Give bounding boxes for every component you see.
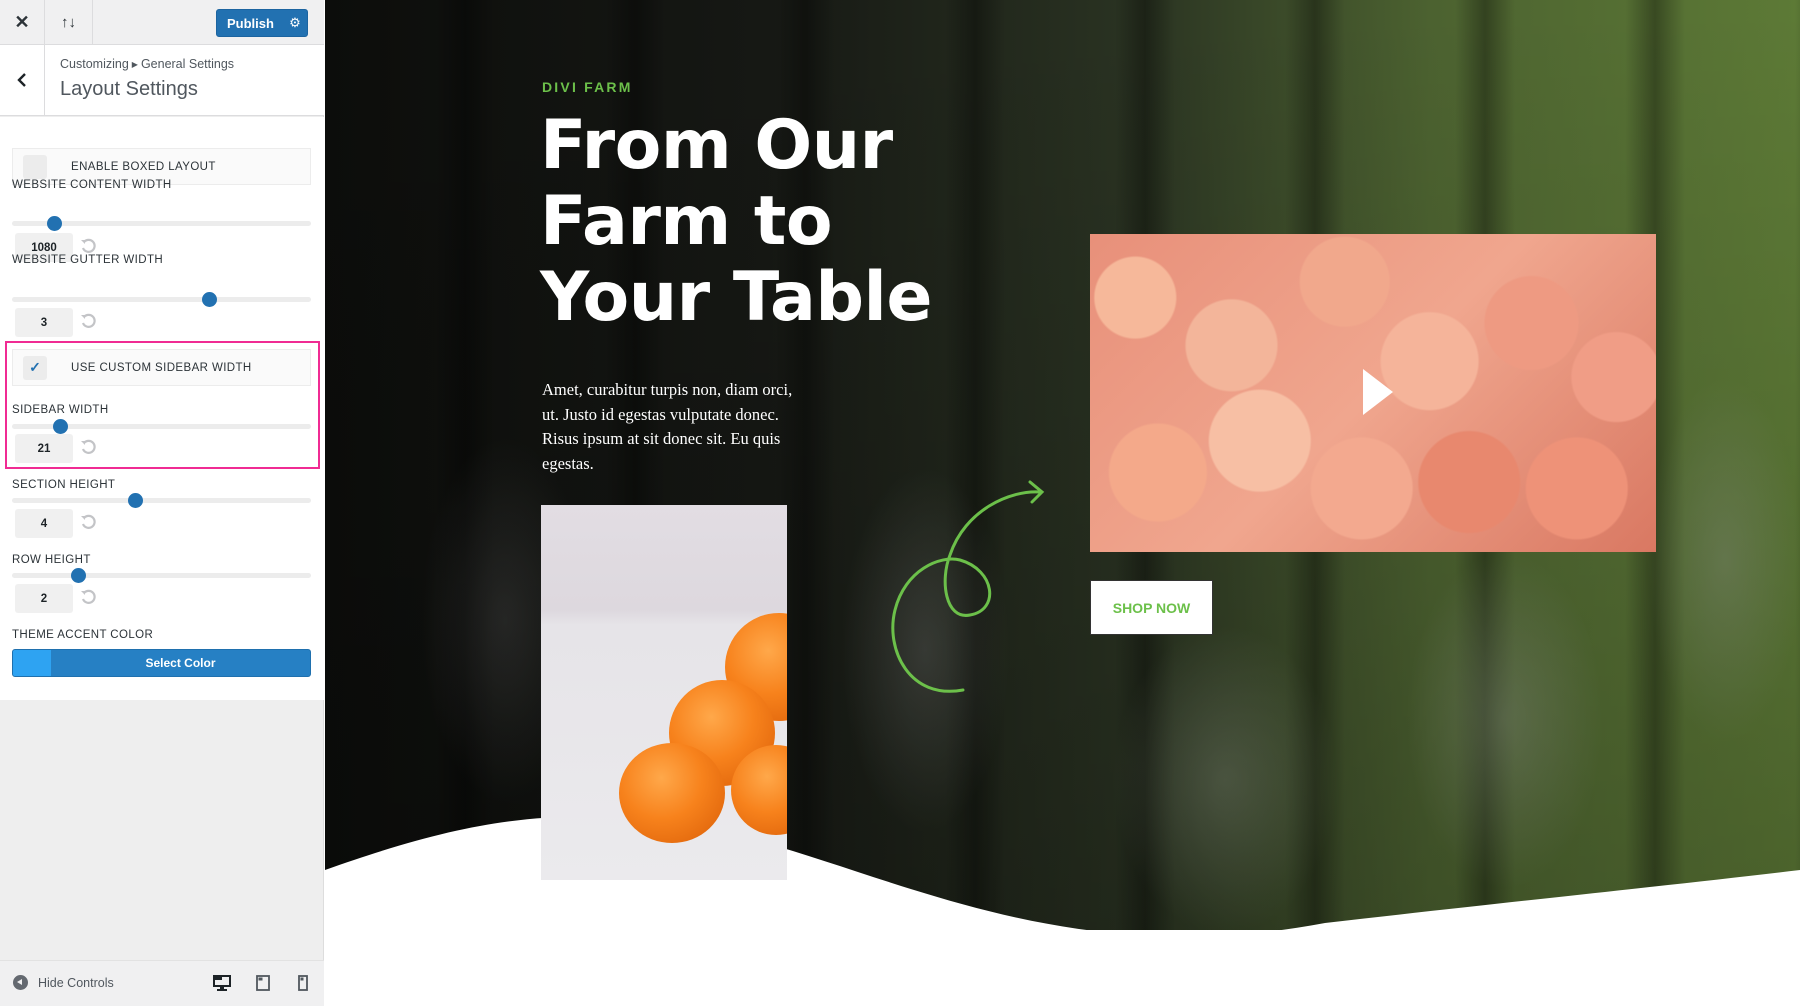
back-button[interactable] <box>0 45 45 115</box>
tablet-preview-icon[interactable] <box>254 974 272 992</box>
slider-thumb[interactable] <box>46 216 62 231</box>
sidebar-width-label: SIDEBAR WIDTH <box>12 404 109 416</box>
mobile-preview-icon[interactable] <box>294 974 312 992</box>
controls-panel: ENABLE BOXED LAYOUT WEBSITE CONTENT WIDT… <box>0 117 324 700</box>
checkbox-box[interactable] <box>23 154 47 179</box>
reset-icon[interactable] <box>80 514 96 530</box>
section-header: Customizing ▶ General Settings Layout Sett… <box>0 45 324 116</box>
hide-controls-button[interactable]: Hide Controls <box>13 975 114 990</box>
shop-now-button[interactable]: SHOP NOW <box>1090 580 1213 635</box>
website-gutter-width-label: WEBSITE GUTTER WIDTH <box>12 254 164 266</box>
close-icon: ✕ <box>14 12 30 32</box>
hero-headline: From Our Farm to Your Table <box>540 108 1000 336</box>
slider-thumb[interactable] <box>70 568 86 583</box>
publish-button[interactable]: Publish <box>217 16 283 31</box>
chevron-left-icon <box>17 73 26 87</box>
headline-line: Farm to <box>540 182 833 261</box>
select-color-button[interactable]: Select Color <box>12 649 311 677</box>
reorder-button[interactable]: ↑↓ <box>45 0 93 45</box>
oranges-photo <box>541 505 787 880</box>
section-title: Layout Settings <box>60 78 198 100</box>
hero-body-text: Amet, curabitur turpis non, diam orci, u… <box>542 380 793 473</box>
sidebar-width-slider[interactable] <box>12 419 311 434</box>
collapse-arrow-icon <box>13 975 28 990</box>
close-customizer-button[interactable]: ✕ <box>0 0 45 45</box>
checkbox-label: ENABLE BOXED LAYOUT <box>71 160 216 173</box>
website-content-width-slider[interactable] <box>12 216 311 231</box>
customizer-topbar: ✕ ↑↓ Publish ⚙ <box>0 0 324 45</box>
row-height-label: ROW HEIGHT <box>12 554 91 566</box>
theme-accent-color-label: THEME ACCENT COLOR <box>12 629 154 641</box>
gear-icon: ⚙ <box>289 15 301 30</box>
select-color-label: Select Color <box>145 656 216 670</box>
breadcrumb-root: Customizing <box>60 57 129 71</box>
play-icon[interactable] <box>1363 369 1393 415</box>
site-preview: DIVI FARM From Our Farm to Your Table Am… <box>325 0 1800 1006</box>
customizer-footer: Hide Controls <box>0 960 324 1006</box>
desktop-preview-icon[interactable] <box>213 974 231 992</box>
slider-thumb[interactable] <box>202 292 218 307</box>
headline-line: From Our <box>540 106 893 185</box>
headline-line: Your Table <box>540 258 932 337</box>
color-swatch <box>13 650 51 676</box>
orange <box>619 743 725 843</box>
breadcrumb-parent: General Settings <box>140 57 235 71</box>
reset-icon[interactable] <box>80 238 96 254</box>
curly-arrow-decoration <box>891 480 1045 693</box>
checkmark-icon: ✓ <box>29 359 41 375</box>
slider-thumb[interactable] <box>52 419 68 434</box>
peaches-video[interactable] <box>1090 234 1656 552</box>
website-content-width-label: WEBSITE CONTENT WIDTH <box>12 179 172 191</box>
section-height-slider[interactable] <box>12 493 311 508</box>
row-height-input[interactable] <box>15 584 73 613</box>
eyebrow-text: DIVI FARM <box>542 79 633 95</box>
slider-thumb[interactable] <box>127 493 143 508</box>
customizer-sidebar: ✕ ↑↓ Publish ⚙ Customizing ▶ General Setti… <box>0 0 324 1006</box>
reset-icon[interactable] <box>80 589 96 605</box>
reset-icon[interactable] <box>80 313 96 329</box>
breadcrumb: Customizing ▶ General Settings <box>60 57 234 71</box>
section-height-label: SECTION HEIGHT <box>12 479 116 491</box>
publish-group: Publish ⚙ <box>216 9 308 37</box>
section-height-input[interactable] <box>15 509 73 538</box>
checkbox-label: USE CUSTOM SIDEBAR WIDTH <box>71 361 252 374</box>
use-custom-sidebar-width-checkbox[interactable]: ✓ USE CUSTOM SIDEBAR WIDTH <box>12 349 311 386</box>
row-height-slider[interactable] <box>12 568 311 583</box>
hide-controls-label: Hide Controls <box>38 975 114 990</box>
sidebar-width-input[interactable] <box>15 434 73 463</box>
reset-icon[interactable] <box>80 439 96 455</box>
reorder-arrows-icon: ↑↓ <box>61 14 76 31</box>
website-gutter-width-slider[interactable] <box>12 292 311 307</box>
publish-settings-button[interactable]: ⚙ <box>283 15 307 31</box>
website-gutter-width-input[interactable] <box>15 308 73 337</box>
checkbox-box[interactable]: ✓ <box>23 355 47 380</box>
triangle-right-icon: ▶ <box>131 60 138 69</box>
